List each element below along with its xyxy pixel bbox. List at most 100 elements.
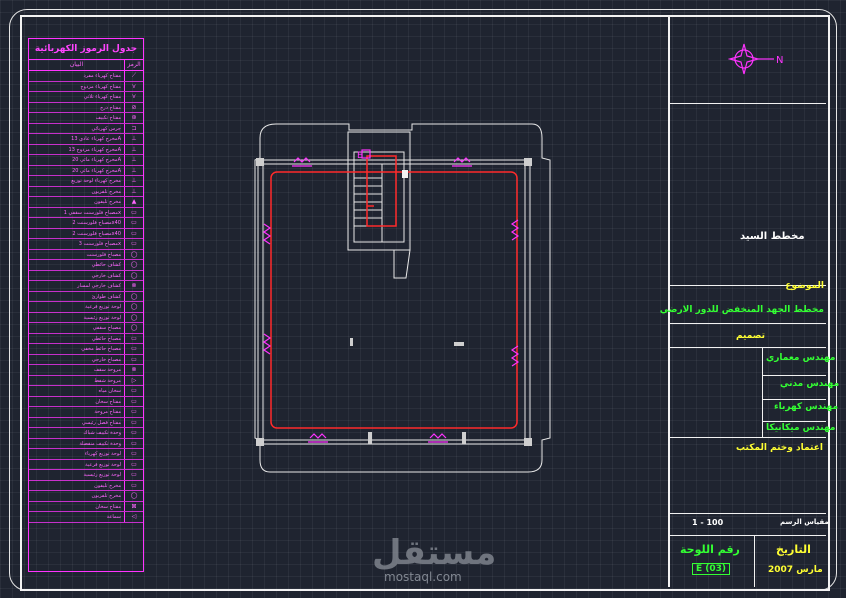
drawing-subject: مخطط الجهد المنخفض للدور الارضي (659, 305, 824, 315)
legend-row: مفتاح كهرباء مفرد ⟋ (29, 71, 143, 82)
legend-row-description: مخرج تليفون (29, 480, 125, 490)
legend-row: كشاف حائطي ◯ (29, 260, 143, 271)
legend-row-symbol-icon: ◁ (131, 513, 137, 520)
legend-row-symbol-icon: ▭ (131, 219, 137, 226)
legend-row-description: مروحة سقف (29, 365, 125, 375)
legend-row: كشاف خارجي ◯ (29, 270, 143, 281)
stair-steps (354, 164, 383, 242)
legend-row-symbol-icon: ⊥ (131, 166, 137, 174)
legend-row-description: مفتاح كهرباء مزدوج (29, 81, 125, 91)
legend-row-description: مخرج تلفزيون (29, 491, 125, 501)
legend-row-symbol-icon: ▭ (131, 439, 137, 447)
legend-row-description: سماعة (29, 512, 125, 522)
north-arrow-icon: N (728, 43, 783, 75)
ground-floor-plan: E (254, 123, 551, 473)
legend-row-description: كشاف خارجي (29, 270, 125, 280)
legend-row-description: وحدة تكييف منفصلة (29, 438, 125, 448)
legend-row: مفتاح سخان ⊠ (29, 501, 143, 512)
legend-row-description: مفتاح درج (29, 102, 125, 112)
legend-rows: مفتاح كهرباء مفرد ⟋ مفتاح كهرباء مزدوج ⋎ مفت… (29, 71, 143, 523)
legend-row: مصباح فلورسنت 2x40 ▭ (29, 218, 143, 229)
compass-label: N (776, 55, 783, 66)
tb-vertical-divider (754, 535, 755, 587)
legend-row: مخرج تلفزيون ⊥ (29, 186, 143, 197)
legend-row: مفتاح تكييف ⊛ (29, 113, 143, 124)
legend-row-symbol-icon: ▭ (131, 345, 137, 352)
legend-row-symbol-icon: ⊠ (131, 502, 137, 510)
legend-row-symbol-icon: ▭ (131, 460, 137, 468)
legend-row-description: مخرج كهرباء لوحة توزيع (29, 176, 125, 186)
legend-row-symbol-icon: ◯ (130, 250, 138, 258)
legend-row-description: مصباح خارجي (29, 354, 125, 364)
legend-row-symbol-icon: ⊥ (131, 187, 137, 195)
engineer-civil: مهندس مدني (780, 379, 840, 389)
legend-row-description: مخرج كهرباء مائي 20A (29, 155, 125, 165)
watermark-latin: mostaql.com (384, 570, 462, 584)
legend-header: البيان الرمز (29, 60, 143, 71)
sheet-number: E (03) (692, 563, 731, 575)
legend-row: مفتاح مروحة ▭ (29, 407, 143, 418)
legend-row-symbol-icon: ◯ (130, 303, 138, 310)
legend-row: مخرج كهرباء مزدوج 13A ⊥ (29, 144, 143, 155)
tb-divider (762, 421, 826, 422)
subject-label: الموضوع (785, 281, 824, 291)
legend-row: لوحة توزيع كهرباء ▭ (29, 449, 143, 460)
legend-row-description: وحدة تكييف شباك (29, 428, 125, 438)
office-approval: اعتماد وختم المكتب (736, 443, 823, 453)
legend-row-symbol-icon: ⋎ (131, 93, 137, 100)
legend-row-symbol-icon: ⊥ (131, 177, 137, 184)
legend-row: مصباح سقفي ◯ (29, 323, 143, 334)
legend-row-description: مفتاح مروحة (29, 407, 125, 417)
columns (256, 158, 532, 446)
legend-row-description: مفتاح كهرباء مفرد (29, 71, 125, 81)
legend-row-description: مفتاح سخان (29, 501, 125, 511)
legend-row: مخرج كهرباء عادي 13A ⊥ (29, 134, 143, 145)
legend-row-symbol-icon: ▭ (131, 471, 137, 478)
legend-row-description: مخرج تلفزيون (29, 186, 125, 196)
legend-row-description: مصباح فلورسنت 2x40 (29, 218, 125, 228)
legend-row: مفتاح كهرباء ثلاثي ⋎ (29, 92, 143, 103)
legend-row-symbol-icon: ▭ (131, 418, 137, 426)
legend-row-symbol-icon: ▭ (131, 355, 137, 363)
date-label: التاريخ (776, 543, 811, 556)
legend-row: مصباح فلورسنت سقفي 1x ▭ (29, 207, 143, 218)
legend-row-description: مصباح فلورسنت 2x40 (29, 228, 125, 238)
legend-row: مخرج كهرباء لوحة توزيع ⊥ (29, 176, 143, 187)
legend-row: سماعة ◁ (29, 512, 143, 523)
legend-row-description: مخرج كهرباء مائي 20A (29, 165, 125, 175)
outlet-symbols (262, 149, 520, 443)
tb-divider (670, 347, 826, 348)
legend-row-symbol-icon: ▭ (131, 429, 137, 436)
legend-row-description: مصباح سقفي (29, 323, 125, 333)
legend-row-description: مفتاح فصل رئيسي (29, 417, 125, 427)
legend-row: مخرج كهرباء مائي 20A ⊥ (29, 155, 143, 166)
legend-row-symbol-icon: ◯ (130, 271, 138, 279)
stair-opening (393, 249, 411, 279)
legend-row-symbol-icon: ▭ (131, 481, 137, 489)
panel-symbol (402, 170, 408, 178)
tb-divider (670, 103, 826, 104)
legend-row-symbol-icon: ◯ (130, 492, 138, 499)
legend-row: مفتاح سخان ▭ (29, 396, 143, 407)
tb-vertical-divider (762, 347, 763, 437)
legend-row-symbol-icon: ◯ (130, 313, 138, 321)
tb-divider (762, 375, 826, 376)
legend-col-symbol: الرمز (127, 61, 141, 68)
legend-row-description: مخرج كهرباء عادي 13A (29, 134, 125, 144)
legend-row: وحدة تكييف منفصلة ▭ (29, 438, 143, 449)
legend-row-symbol-icon: ▷ (131, 376, 137, 384)
legend-row-symbol-icon: ▭ (131, 387, 137, 394)
low-voltage-circuit (270, 155, 518, 429)
legend-row: وحدة تكييف شباك ▭ (29, 428, 143, 439)
legend-row-description: سخان مياه (29, 386, 125, 396)
legend-row: مصباح فلورسنت 2x40 ▭ (29, 228, 143, 239)
stair-label: E (357, 151, 363, 161)
design-label: تصميم (736, 331, 766, 341)
legend-row: كشاف خارجي لمسار ⊗ (29, 281, 143, 292)
legend-row-description: جرس كهربائي (29, 123, 125, 133)
legend-row-symbol-icon: ▭ (131, 408, 137, 415)
legend-row: مخرج تلفزيون ◯ (29, 491, 143, 502)
legend-row-symbol-icon: ⊥ (131, 156, 137, 163)
legend-row-symbol-icon: ▭ (131, 240, 137, 247)
title-block: مخطط السيد الموضوع مخطط الجهد المنخفض لل… (660, 15, 839, 587)
